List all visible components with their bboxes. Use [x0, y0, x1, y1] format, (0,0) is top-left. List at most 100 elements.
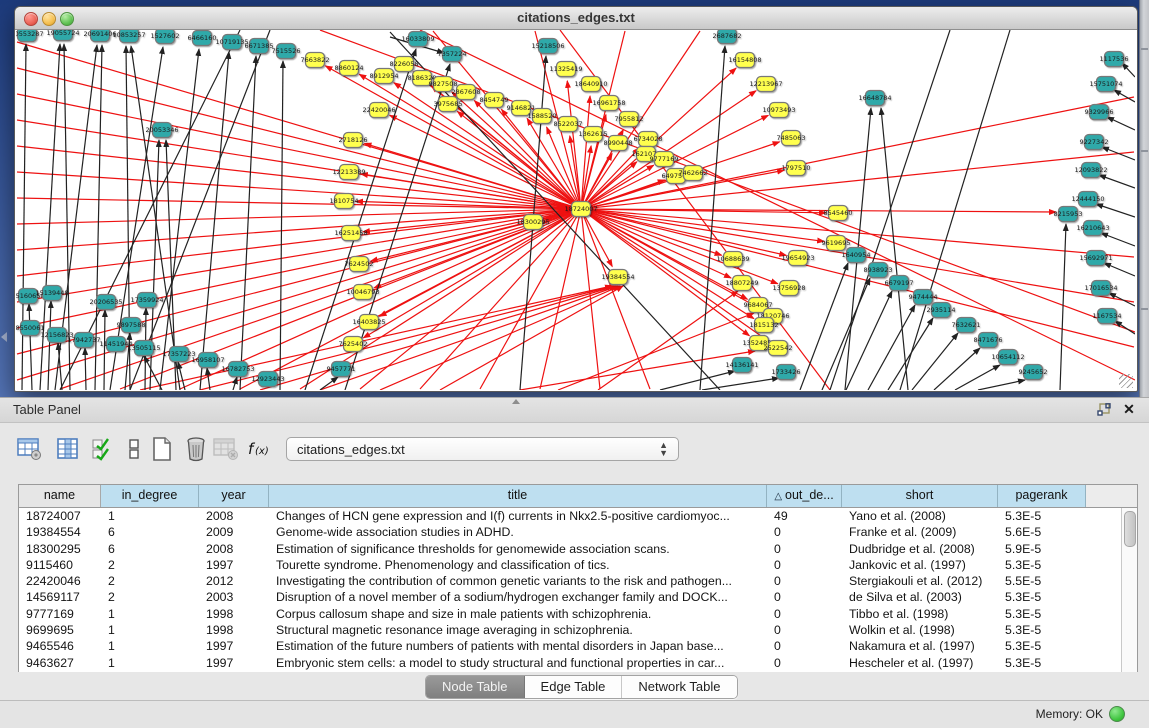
table-cell[interactable]: 0	[767, 557, 842, 573]
table-settings-icon[interactable]	[16, 435, 44, 463]
graph-node[interactable]: 15218506	[531, 39, 564, 54]
table-cell[interactable]: 1	[101, 638, 199, 654]
column-header-out_de[interactable]: △out_de...	[767, 485, 842, 507]
table-cell[interactable]: 1997	[199, 638, 269, 654]
graph-node[interactable]: 16154808	[728, 53, 761, 68]
graph-node[interactable]: 1797510	[782, 161, 811, 176]
table-cell[interactable]: 2008	[199, 541, 269, 557]
graph-node[interactable]: 19055724	[46, 30, 79, 41]
table-cell[interactable]: Disruption of a novel member of a sodium…	[269, 589, 767, 605]
table-cell[interactable]: 1	[101, 508, 199, 524]
network-canvas[interactable]: 1872400776638228860124891295482260588186…	[16, 30, 1135, 390]
graph-node[interactable]: 10688639	[716, 252, 749, 267]
graph-node[interactable]: 14136141	[725, 358, 758, 373]
table-cell[interactable]: 2	[101, 589, 199, 605]
table-cell[interactable]: Tibbo et al. (1998)	[842, 606, 998, 622]
graph-node[interactable]: 11325419	[549, 62, 582, 77]
graph-node[interactable]: 19384554	[601, 270, 634, 285]
table-cell[interactable]: Jankovic et al. (1997)	[842, 557, 998, 573]
table-cell[interactable]: 1997	[199, 557, 269, 573]
right-panel-splitter[interactable]	[1139, 0, 1149, 397]
table-cell[interactable]: Wolkin et al. (1998)	[842, 622, 998, 638]
table-cell[interactable]: 9463627	[19, 655, 101, 671]
graph-node[interactable]: 1117536	[1100, 52, 1129, 67]
table-cell[interactable]: 5.6E-5	[998, 524, 1086, 540]
table-cell[interactable]: de Silva et al. (2003)	[842, 589, 998, 605]
resize-grip[interactable]	[1119, 374, 1133, 388]
table-cell[interactable]: 5.3E-5	[998, 557, 1086, 573]
table-cell[interactable]: Estimation of the future numbers of pati…	[269, 638, 767, 654]
table-cell[interactable]: Changes of HCN gene expression and I(f) …	[269, 508, 767, 524]
graph-node[interactable]: 16958107	[191, 353, 224, 368]
row-height-icon[interactable]	[120, 435, 148, 463]
graph-node[interactable]: 16033809	[401, 32, 434, 47]
graph-node[interactable]: 17016534	[1084, 281, 1117, 296]
function-builder-icon[interactable]: f (x)	[246, 435, 274, 463]
table-cell[interactable]: 2	[101, 573, 199, 589]
table-cell[interactable]: 49	[767, 508, 842, 524]
table-cell[interactable]: Hescheler et al. (1997)	[842, 655, 998, 671]
table-cell[interactable]: 5.3E-5	[998, 589, 1086, 605]
delete-table-icon[interactable]	[212, 435, 240, 463]
graph-node[interactable]: 8215953	[1054, 207, 1083, 222]
graph-node[interactable]: 1733426	[772, 365, 801, 380]
network-graph-svg[interactable]: 1872400776638228860124891295482260588186…	[16, 30, 1135, 390]
table-cell[interactable]: Estimation of significance thresholds fo…	[269, 541, 767, 557]
table-cell[interactable]: Genome-wide association studies in ADHD.	[269, 524, 767, 540]
table-cell[interactable]: 2	[101, 557, 199, 573]
graph-node[interactable]: 18640910	[574, 77, 607, 92]
graph-node[interactable]: 16961758	[592, 96, 625, 111]
graph-node[interactable]: 7357224	[438, 47, 467, 62]
table-cell[interactable]: 5.3E-5	[998, 622, 1086, 638]
graph-node[interactable]: 16210643	[1076, 221, 1109, 236]
table-cell[interactable]: 0	[767, 589, 842, 605]
table-cell[interactable]: 22420046	[19, 573, 101, 589]
table-cell[interactable]: 19384554	[19, 524, 101, 540]
graph-node[interactable]: 6671385	[245, 39, 274, 54]
tab-node-table[interactable]: Node Table	[426, 676, 525, 698]
table-cell[interactable]: Franke et al. (2009)	[842, 524, 998, 540]
table-cell[interactable]: 5.3E-5	[998, 606, 1086, 622]
graph-node[interactable]: 1167534	[1093, 309, 1122, 324]
graph-node[interactable]: 20553287	[16, 30, 44, 42]
graph-node[interactable]: 6679197	[885, 276, 914, 291]
table-cell[interactable]: 5.3E-5	[998, 638, 1086, 654]
table-cell[interactable]: 2003	[199, 589, 269, 605]
float-window-icon[interactable]	[1097, 403, 1111, 417]
graph-node[interactable]: 7515526	[272, 44, 301, 59]
table-cell[interactable]: Nakamura et al. (1997)	[842, 638, 998, 654]
table-cell[interactable]: 18300295	[19, 541, 101, 557]
table-cell[interactable]: 5.3E-5	[998, 508, 1086, 524]
graph-node[interactable]: 9245652	[1019, 365, 1048, 380]
column-header-pagerank[interactable]: pagerank	[998, 485, 1086, 507]
table-cell[interactable]: 9699695	[19, 622, 101, 638]
graph-node[interactable]: 8912954	[370, 69, 399, 84]
select-columns-icon[interactable]	[88, 435, 116, 463]
table-cell[interactable]: 1997	[199, 655, 269, 671]
graph-node[interactable]: 6466160	[188, 31, 217, 46]
graph-node[interactable]: 1810754	[330, 194, 359, 209]
graph-node[interactable]: 13756928	[772, 281, 805, 296]
column-header-year[interactable]: year	[199, 485, 269, 507]
graph-node[interactable]: 15751074	[1089, 77, 1122, 92]
table-cell[interactable]: 1	[101, 606, 199, 622]
graph-node[interactable]: 1527602	[151, 30, 180, 44]
graph-node[interactable]: 2687682	[713, 30, 742, 44]
column-header-name[interactable]: name	[19, 485, 101, 507]
table-cell[interactable]: 2009	[199, 524, 269, 540]
toggle-columns-icon[interactable]	[54, 435, 82, 463]
delete-column-icon[interactable]	[182, 435, 210, 463]
table-cell[interactable]: 0	[767, 655, 842, 671]
graph-node[interactable]: 16648784	[858, 91, 891, 106]
graph-node[interactable]: 2718126	[339, 133, 368, 148]
table-cell[interactable]: 6	[101, 541, 199, 557]
graph-node[interactable]: 12093822	[1074, 163, 1107, 178]
table-cell[interactable]: 5.9E-5	[998, 541, 1086, 557]
table-cell[interactable]: 1998	[199, 606, 269, 622]
graph-node[interactable]: 12444150	[1071, 192, 1104, 207]
table-cell[interactable]: Corpus callosum shape and size in male p…	[269, 606, 767, 622]
graph-node[interactable]: 7955812	[615, 112, 644, 127]
table-cell[interactable]: 9465546	[19, 638, 101, 654]
table-cell[interactable]: Yano et al. (2008)	[842, 508, 998, 524]
table-cell[interactable]: Embryonic stem cells: a model to study s…	[269, 655, 767, 671]
